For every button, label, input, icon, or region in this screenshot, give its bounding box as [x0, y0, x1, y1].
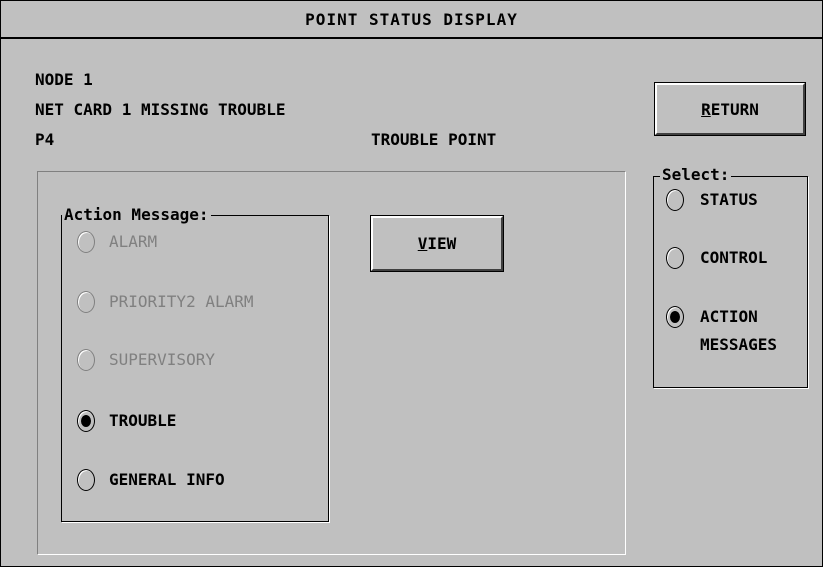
window-title: POINT STATUS DISPLAY: [1, 1, 822, 39]
select-option-status[interactable]: STATUS: [666, 189, 758, 211]
action-message-option-general-info[interactable]: GENERAL INFO: [77, 469, 225, 491]
select-group-label: Select:: [660, 165, 732, 184]
action-message-option-supervisory: SUPERVISORY: [77, 349, 215, 371]
action-message-option-trouble[interactable]: TROUBLE: [77, 410, 176, 432]
action-messages-label-line1: ACTION: [700, 307, 758, 326]
view-button-label: IEW: [427, 234, 457, 253]
trouble-radio-label[interactable]: TROUBLE: [109, 410, 176, 432]
point-id: P4: [35, 130, 55, 149]
select-option-control[interactable]: CONTROL: [666, 247, 767, 269]
control-radio[interactable]: [666, 247, 684, 269]
point-status-window: POINT STATUS DISPLAY NODE 1 NET CARD 1 M…: [0, 0, 823, 567]
action-messages-radio[interactable]: [666, 306, 684, 328]
supervisory-radio: [77, 349, 95, 371]
point-type: TROUBLE POINT: [371, 130, 497, 149]
return-button-hotkey: R: [701, 99, 711, 119]
action-messages-label-line2: MESSAGES: [700, 335, 778, 354]
control-radio-label[interactable]: CONTROL: [700, 247, 767, 269]
point-description: NET CARD 1 MISSING TROUBLE: [35, 100, 286, 119]
trouble-radio[interactable]: [77, 410, 95, 432]
alarm-radio: [77, 231, 95, 253]
view-button[interactable]: V IEW: [370, 215, 504, 272]
general-info-radio-label[interactable]: GENERAL INFO: [109, 469, 225, 491]
return-button[interactable]: R ETURN: [654, 82, 806, 136]
select-option-action-messages[interactable]: ACTION MESSAGES: [666, 306, 777, 359]
priority2-alarm-radio: [77, 291, 95, 313]
action-message-option-alarm: ALARM: [77, 231, 157, 253]
supervisory-radio-label: SUPERVISORY: [109, 350, 215, 369]
node-label: NODE 1: [35, 70, 93, 89]
alarm-radio-label: ALARM: [109, 232, 158, 251]
general-info-radio[interactable]: [77, 469, 95, 491]
action-message-option-priority2-alarm: PRIORITY2 ALARM: [77, 291, 254, 313]
return-button-label: ETURN: [710, 99, 759, 119]
priority2-alarm-radio-label: PRIORITY2 ALARM: [109, 292, 254, 311]
status-radio-label[interactable]: STATUS: [700, 189, 758, 211]
action-messages-radio-label[interactable]: ACTION MESSAGES: [700, 303, 777, 359]
view-button-hotkey: V: [417, 234, 428, 253]
action-message-group-label: Action Message:: [62, 205, 211, 224]
status-radio[interactable]: [666, 189, 684, 211]
